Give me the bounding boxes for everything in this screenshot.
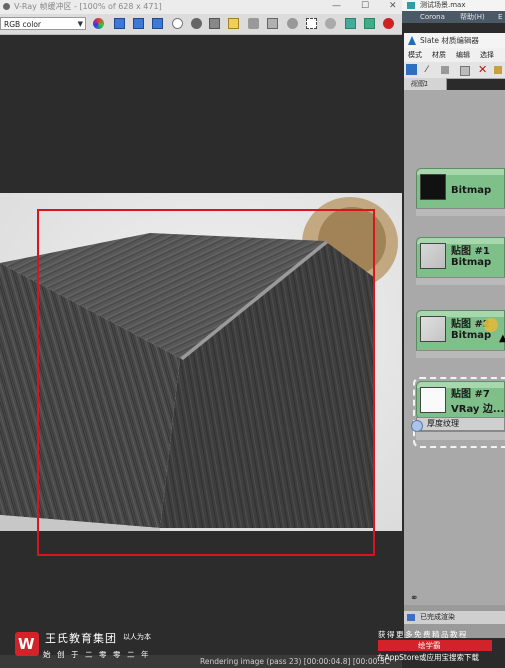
blue-channel-icon[interactable] xyxy=(152,18,163,29)
bitmap-thumbnail xyxy=(420,316,446,342)
color-picker-icon[interactable] xyxy=(93,18,104,29)
stop-render-icon[interactable] xyxy=(383,18,394,29)
status-icon xyxy=(407,614,415,621)
render-viewport xyxy=(0,35,402,655)
node-title: 贴图 #7 xyxy=(451,389,490,400)
channel-select-value: RGB color xyxy=(4,20,42,29)
vray-icon xyxy=(3,3,10,10)
host-title: 测试场景.max xyxy=(420,1,466,9)
promo-download-text: 在AppStore或应用宝搜索下载 xyxy=(377,653,479,662)
max-app-icon xyxy=(407,2,415,9)
interactive-icon[interactable] xyxy=(325,18,336,29)
brand-name: 王氏教育集团 xyxy=(45,632,117,645)
node-title: 贴图 #1 xyxy=(451,246,490,257)
brand-logo: W xyxy=(15,632,39,656)
promo-badge: 绘学霸 xyxy=(378,640,492,651)
binoculars-icon[interactable]: ⚭ xyxy=(410,593,418,604)
slate-status-text: 已完成渲染 xyxy=(420,613,455,621)
menu-material[interactable]: 材质 xyxy=(432,48,446,62)
tab-view1-label: 视图1 xyxy=(410,80,429,88)
menu-edit[interactable]: 编辑 xyxy=(456,48,470,62)
close-icon[interactable]: ✕ xyxy=(389,0,397,13)
maximize-icon[interactable]: ☐ xyxy=(361,0,369,13)
clear-image-icon[interactable] xyxy=(248,18,259,29)
host-menubar: Corona 帮助(H) E xyxy=(402,11,505,23)
slate-title: Slate 材质编辑器 xyxy=(420,36,479,45)
host-titlebar: 测试场景.max xyxy=(402,0,505,11)
menu-extra[interactable]: E xyxy=(498,11,502,23)
brand-motto: 以人为本 xyxy=(123,633,151,641)
mono-channel-icon[interactable] xyxy=(191,18,202,29)
chevron-down-icon: ▼ xyxy=(77,20,83,28)
track-mouse-icon[interactable] xyxy=(287,18,298,29)
slate-titlebar: Slate 材质编辑器 xyxy=(404,33,505,48)
slate-logo-icon xyxy=(408,36,416,45)
select-tool-icon[interactable] xyxy=(406,64,417,75)
red-channel-icon[interactable] xyxy=(114,18,125,29)
mouse-cursor-icon: ▲ xyxy=(499,333,505,344)
assign-material-icon[interactable] xyxy=(460,66,470,76)
slate-menubar: 模式 材质 编辑 选择 xyxy=(404,48,505,62)
delete-icon[interactable]: ✕ xyxy=(478,63,487,76)
vray-edge-thumbnail xyxy=(420,387,446,413)
vfb-titlebar: V-Ray 帧缓冲区 - [100% of 628 x 471] — ☐ ✕ xyxy=(0,0,402,14)
vfb-toolbar: RGB color ▼ xyxy=(0,14,402,35)
green-channel-icon[interactable] xyxy=(133,18,144,29)
tab-view1[interactable]: 视图1 xyxy=(404,78,447,90)
vray-edge-node[interactable]: 贴图 #7 VRay 边... 厚度纹理 xyxy=(411,381,505,441)
slot-label: 厚度纹理 xyxy=(427,419,459,428)
bitmap-node-1[interactable]: 贴图 #1 Bitmap xyxy=(416,237,505,285)
bitmap-thumbnail xyxy=(420,243,446,269)
pick-material-icon[interactable]: ⁄ xyxy=(426,65,428,75)
menu-help[interactable]: 帮助(H) xyxy=(460,11,485,23)
vfb-title: V-Ray 帧缓冲区 - [100% of 628 x 471] xyxy=(14,2,162,11)
save-image-icon[interactable] xyxy=(209,18,220,29)
render-status: Rendering image (pass 23) [00:00:04.8] [… xyxy=(200,657,390,666)
bitmap-node-top[interactable]: Bitmap xyxy=(416,168,505,216)
channel-select[interactable]: RGB color ▼ xyxy=(0,17,86,30)
brand-tagline: 始创于二零零二年 xyxy=(43,650,155,659)
region-render-icon[interactable] xyxy=(306,18,317,29)
bitmap-node-2[interactable]: 贴图 #2 Bitmap ▲ xyxy=(416,310,505,358)
cursor-highlight-icon xyxy=(484,318,498,332)
alpha-channel-icon[interactable] xyxy=(172,18,183,29)
put-material-icon[interactable] xyxy=(441,66,449,74)
menu-mode[interactable]: 模式 xyxy=(408,48,422,62)
node-subtitle: Bitmap xyxy=(451,257,492,268)
slate-status-bar: 已完成渲染 xyxy=(404,611,505,624)
duplicate-icon[interactable] xyxy=(267,18,278,29)
render-region-frame[interactable] xyxy=(37,209,375,556)
minimize-icon[interactable]: — xyxy=(332,0,341,13)
bitmap-thumbnail xyxy=(420,174,446,200)
menu-select[interactable]: 选择 xyxy=(480,48,494,62)
history-icon[interactable] xyxy=(345,18,356,29)
vfb-window: V-Ray 帧缓冲区 - [100% of 628 x 471] — ☐ ✕ R… xyxy=(0,0,402,668)
node-subtitle: Bitmap xyxy=(451,330,492,341)
promo-text: 获得更多免费精品教程 xyxy=(378,630,468,639)
lens-effects-icon[interactable] xyxy=(364,18,375,29)
menu-corona[interactable]: Corona xyxy=(420,11,445,23)
promo-badge-label: 绘学霸 xyxy=(418,641,441,650)
node-subtitle: VRay 边... xyxy=(451,404,505,415)
node-subtitle: Bitmap xyxy=(451,185,492,196)
move-children-icon[interactable] xyxy=(494,66,502,74)
slate-toolbar: ⁄ ✕ xyxy=(404,62,505,79)
load-image-icon[interactable] xyxy=(228,18,239,29)
